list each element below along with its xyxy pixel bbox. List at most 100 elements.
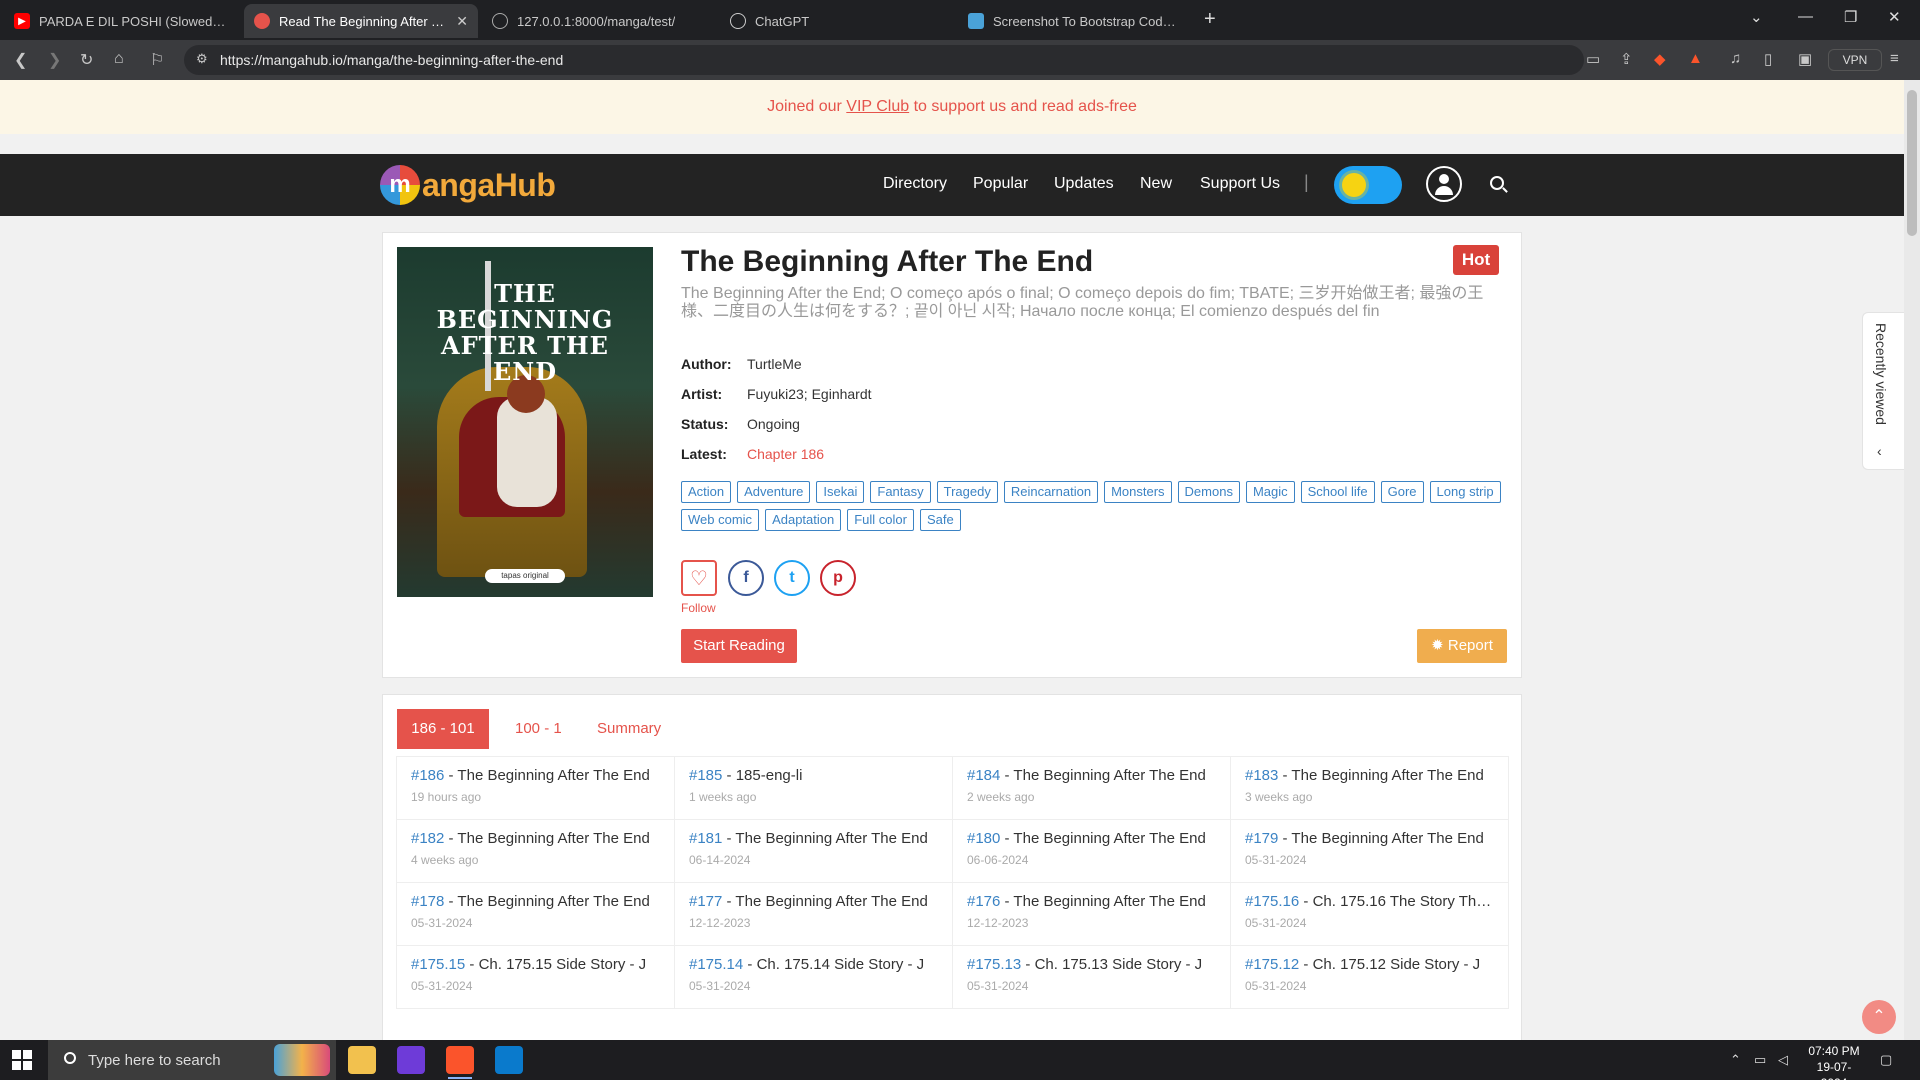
chapter-item[interactable]: #186 - The Beginning After The End 19 hou… bbox=[396, 756, 675, 820]
genre-tag[interactable]: School life bbox=[1300, 481, 1375, 503]
share-icon[interactable]: ⇪ bbox=[1620, 50, 1633, 68]
tab-summary[interactable]: Summary bbox=[583, 709, 675, 749]
close-window-icon[interactable]: ✕ bbox=[1888, 8, 1901, 26]
search-icon[interactable] bbox=[1490, 176, 1504, 190]
volume-icon[interactable]: ◁ bbox=[1778, 1052, 1788, 1068]
chapter-link[interactable]: #186 - The Beginning After The End bbox=[411, 767, 660, 784]
chapter-link[interactable]: #182 - The Beginning After The End bbox=[411, 830, 660, 847]
back-icon[interactable]: ❮ bbox=[14, 50, 27, 70]
chapter-item[interactable]: #177 - The Beginning After The End 12-12-… bbox=[674, 882, 953, 946]
reload-icon[interactable]: ↻ bbox=[80, 50, 93, 70]
brave-rewards-icon[interactable]: ▲ bbox=[1688, 50, 1703, 67]
genre-tag[interactable]: Safe bbox=[919, 509, 961, 531]
theme-toggle[interactable] bbox=[1334, 166, 1402, 204]
mangahub-logo[interactable]: m angaHub bbox=[380, 164, 556, 206]
minimize-icon[interactable]: — bbox=[1798, 8, 1813, 25]
page-scrollbar[interactable] bbox=[1904, 80, 1920, 1040]
nav-support-us[interactable]: Support Us bbox=[1200, 175, 1280, 193]
home-icon[interactable]: ⌂ bbox=[114, 50, 124, 68]
genre-tag[interactable]: Adaptation bbox=[765, 509, 842, 531]
clock[interactable]: 07:40 PM 19-07-2024 bbox=[1806, 1043, 1862, 1080]
scrollbar-thumb[interactable] bbox=[1907, 90, 1917, 236]
genre-tag[interactable]: Adventure bbox=[737, 481, 811, 503]
vip-club-link[interactable]: VIP Club bbox=[846, 98, 909, 115]
chapter-link[interactable]: #175.13 - Ch. 175.13 Side Story - J bbox=[967, 956, 1216, 973]
windows-start-icon[interactable] bbox=[12, 1050, 32, 1070]
brave-shields-icon[interactable]: ◆ bbox=[1654, 50, 1666, 68]
genre-tag[interactable]: Long strip bbox=[1429, 481, 1501, 503]
taskbar-search-box[interactable]: Type here to search bbox=[48, 1040, 336, 1080]
chapter-link[interactable]: #177 - The Beginning After The End bbox=[689, 893, 938, 910]
vscode-icon[interactable] bbox=[495, 1046, 523, 1074]
chapter-item[interactable]: #180 - The Beginning After The End 06-06-… bbox=[952, 819, 1231, 883]
network-icon[interactable]: ▭ bbox=[1754, 1052, 1766, 1068]
chapter-item[interactable]: #175.14 - Ch. 175.14 Side Story - J 05-31… bbox=[674, 945, 953, 1009]
tab-chapters-186-101[interactable]: 186 - 101 bbox=[397, 709, 489, 749]
chapter-item[interactable]: #182 - The Beginning After The End 4 week… bbox=[396, 819, 675, 883]
chapter-item[interactable]: #176 - The Beginning After The End 12-12-… bbox=[952, 882, 1231, 946]
chapter-item[interactable]: #184 - The Beginning After The End 2 week… bbox=[952, 756, 1231, 820]
site-settings-icon[interactable]: ⚙ bbox=[196, 51, 208, 67]
chapter-link[interactable]: #175.12 - Ch. 175.12 Side Story - J bbox=[1245, 956, 1494, 973]
vpn-button[interactable]: VPN bbox=[1828, 49, 1882, 71]
follow-button[interactable]: ♡ bbox=[681, 560, 717, 596]
browser-tab[interactable]: ChatGPT bbox=[720, 4, 954, 38]
chapter-item[interactable]: #178 - The Beginning After The End 05-31-… bbox=[396, 882, 675, 946]
chapter-item[interactable]: #175.12 - Ch. 175.12 Side Story - J 05-31… bbox=[1230, 945, 1509, 1009]
chapter-item[interactable]: #181 - The Beginning After The End 06-14-… bbox=[674, 819, 953, 883]
restore-icon[interactable]: ❐ bbox=[1844, 8, 1857, 26]
tray-chevron-up-icon[interactable]: ⌃ bbox=[1730, 1052, 1741, 1068]
browser-tab[interactable]: ▶ PARDA E DIL POSHI (Slowed+Reverb bbox=[4, 4, 240, 38]
chapter-link[interactable]: #180 - The Beginning After The End bbox=[967, 830, 1216, 847]
address-bar[interactable]: ⚙ https://mangahub.io/manga/the-beginnin… bbox=[184, 45, 1584, 75]
tab-list-chevron-icon[interactable]: ⌄ bbox=[1750, 8, 1763, 26]
brave-browser-icon[interactable] bbox=[446, 1046, 474, 1079]
chapter-link[interactable]: #175.15 - Ch. 175.15 Side Story - J bbox=[411, 956, 660, 973]
chapter-item[interactable]: #179 - The Beginning After The End 05-31-… bbox=[1230, 819, 1509, 883]
browser-tab[interactable]: 127.0.0.1:8000/manga/test/ bbox=[482, 4, 716, 38]
user-account-icon[interactable] bbox=[1426, 166, 1462, 202]
nav-updates[interactable]: Updates bbox=[1054, 175, 1114, 193]
wallet-icon[interactable]: ▣ bbox=[1798, 50, 1812, 68]
genre-tag[interactable]: Fantasy bbox=[870, 481, 931, 503]
genre-tag[interactable]: Magic bbox=[1245, 481, 1295, 503]
bookmark-icon[interactable]: ⚐ bbox=[150, 50, 164, 70]
chapter-link[interactable]: #175.14 - Ch. 175.14 Side Story - J bbox=[689, 956, 938, 973]
forward-icon[interactable]: ❯ bbox=[48, 50, 61, 70]
twitter-share-icon[interactable]: t bbox=[774, 560, 810, 596]
chapter-item[interactable]: #185 - 185-eng-li 1 weeks ago bbox=[674, 756, 953, 820]
genre-tag[interactable]: Monsters bbox=[1104, 481, 1172, 503]
sidebar-icon[interactable]: ▯ bbox=[1764, 50, 1772, 68]
new-tab-icon[interactable]: + bbox=[1204, 8, 1216, 31]
genre-tag[interactable]: Gore bbox=[1380, 481, 1424, 503]
app-icon[interactable] bbox=[397, 1046, 425, 1074]
genre-tag[interactable]: Action bbox=[681, 481, 732, 503]
chapter-link[interactable]: #184 - The Beginning After The End bbox=[967, 767, 1216, 784]
chapter-item[interactable]: #175.15 - Ch. 175.15 Side Story - J 05-31… bbox=[396, 945, 675, 1009]
pinterest-share-icon[interactable]: p bbox=[820, 560, 856, 596]
notifications-icon[interactable]: ▢ bbox=[1880, 1052, 1892, 1068]
genre-tag[interactable]: Isekai bbox=[816, 481, 865, 503]
chapter-link[interactable]: #181 - The Beginning After The End bbox=[689, 830, 938, 847]
genre-tag[interactable]: Web comic bbox=[681, 509, 760, 531]
chapter-link[interactable]: #179 - The Beginning After The End bbox=[1245, 830, 1494, 847]
genre-tag[interactable]: Full color bbox=[847, 509, 914, 531]
genre-tag[interactable]: Tragedy bbox=[936, 481, 998, 503]
genre-tag[interactable]: Reincarnation bbox=[1003, 481, 1099, 503]
menu-icon[interactable]: ≡ bbox=[1890, 50, 1899, 67]
chapter-link[interactable]: #176 - The Beginning After The End bbox=[967, 893, 1216, 910]
chapter-item[interactable]: #175.16 - Ch. 175.16 The Story Thus Far 0… bbox=[1230, 882, 1509, 946]
tab-chapters-100-1[interactable]: 100 - 1 bbox=[501, 709, 576, 749]
nav-directory[interactable]: Directory bbox=[883, 175, 947, 193]
chapter-link[interactable]: #175.16 - Ch. 175.16 The Story Thus Far bbox=[1245, 893, 1494, 910]
media-icon[interactable]: ♫ bbox=[1730, 50, 1741, 67]
recently-viewed-tab[interactable]: Recently viewed ‹ bbox=[1862, 312, 1904, 470]
scroll-to-top-button[interactable]: ⌃ bbox=[1862, 1000, 1896, 1034]
report-button[interactable]: ✹ Report bbox=[1417, 629, 1507, 663]
file-explorer-icon[interactable] bbox=[348, 1046, 376, 1074]
browser-tab[interactable]: Screenshot To Bootstrap Code-Free I bbox=[958, 4, 1192, 38]
chapter-link[interactable]: #178 - The Beginning After The End bbox=[411, 893, 660, 910]
cast-icon[interactable]: ▭ bbox=[1586, 50, 1600, 68]
close-tab-icon[interactable]: ✕ bbox=[456, 13, 468, 30]
genre-tag[interactable]: Demons bbox=[1177, 481, 1240, 503]
